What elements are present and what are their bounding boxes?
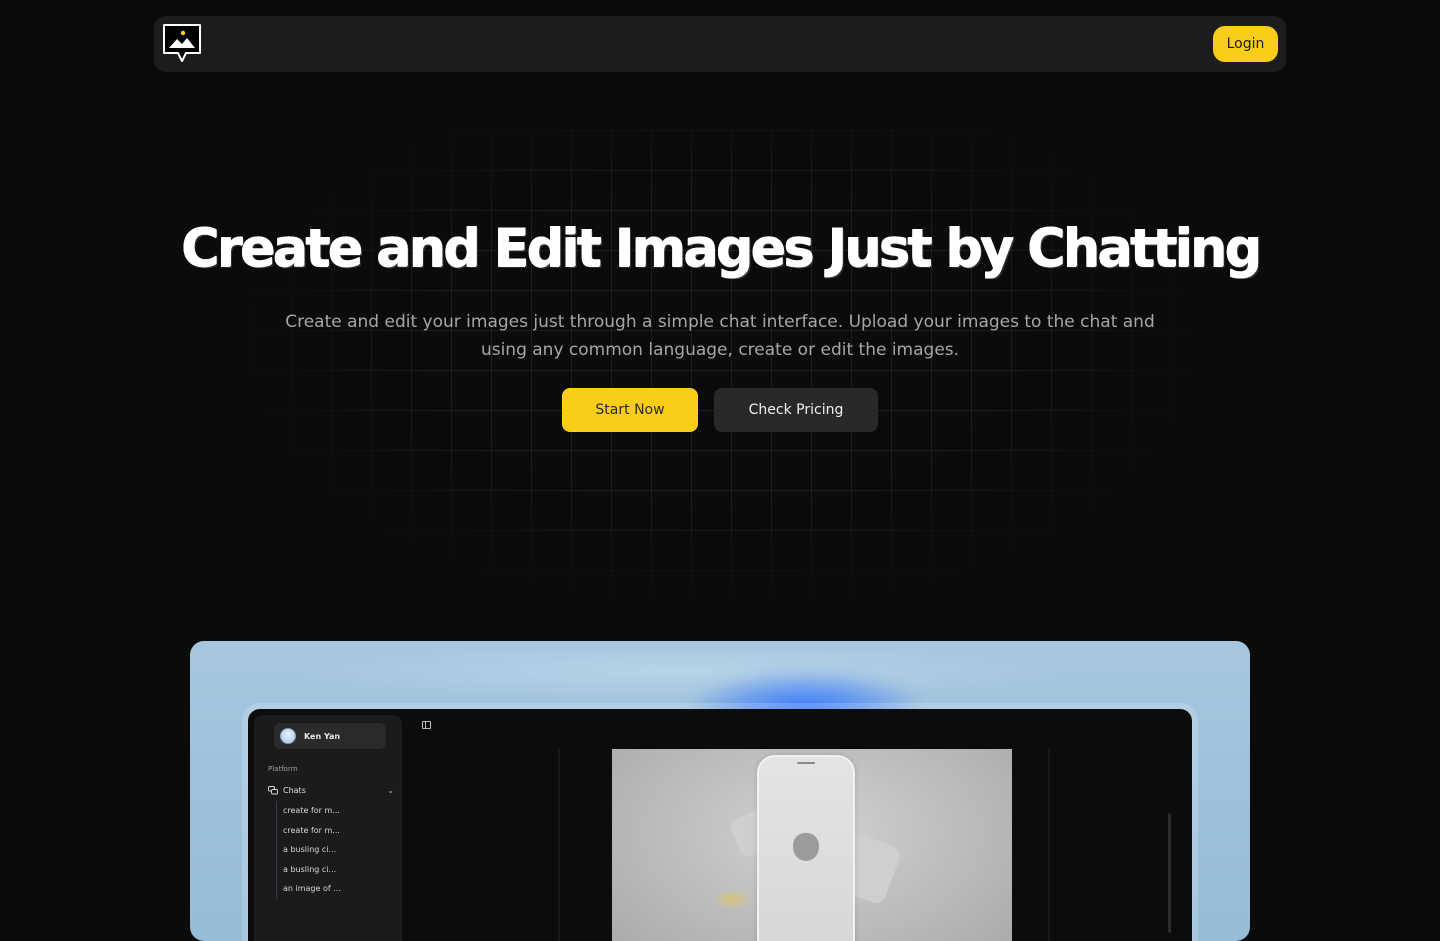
check-pricing-button[interactable]: Check Pricing: [714, 388, 878, 432]
hero-cta-row: Start Now Check Pricing: [562, 388, 878, 432]
platform-section-label: Platform: [268, 765, 298, 773]
apple-logo-icon: [793, 833, 819, 861]
chat-bubbles-icon: [268, 785, 278, 794]
hero-title: Create and Edit Images Just by Chatting: [180, 218, 1262, 279]
image-chat-logo-icon[interactable]: [162, 23, 202, 65]
chat-column-right: [1048, 749, 1050, 941]
chat-list-item[interactable]: create for m...: [277, 801, 386, 821]
app-preview-frame: Ken Yan Platform Chats ⌄ create for m...…: [190, 641, 1250, 941]
sidebar-item-chats[interactable]: Chats ⌄: [268, 783, 394, 797]
preview-highlight: [280, 641, 1080, 701]
user-name: Ken Yan: [304, 731, 341, 741]
chevron-down-icon[interactable]: ⌄: [387, 786, 394, 795]
chat-list-item[interactable]: create for m...: [277, 821, 386, 841]
chat-column-left: [558, 749, 560, 941]
phone-speaker: [797, 762, 815, 764]
top-navbar: Login: [154, 16, 1286, 72]
start-now-button[interactable]: Start Now: [562, 388, 698, 432]
user-chip[interactable]: Ken Yan: [274, 723, 386, 749]
login-button[interactable]: Login: [1213, 26, 1278, 62]
app-preview-window: Ken Yan Platform Chats ⌄ create for m...…: [248, 709, 1192, 941]
chat-list-item[interactable]: an image of ...: [277, 879, 386, 899]
hero-subtitle: Create and edit your images just through…: [285, 312, 1155, 360]
chats-label: Chats: [283, 785, 306, 795]
yellow-accent: [712, 889, 752, 909]
chat-list-item[interactable]: a busling ci...: [277, 840, 386, 860]
avatar-icon: [280, 728, 296, 744]
generated-image[interactable]: [612, 749, 1012, 941]
chat-list-item[interactable]: a busling ci...: [277, 860, 386, 880]
sidebar-toggle-icon[interactable]: [422, 721, 431, 729]
scrollbar[interactable]: [1168, 813, 1171, 933]
chat-list: create for m... create for m... a buslin…: [276, 801, 386, 899]
app-sidebar: Ken Yan Platform Chats ⌄ create for m...…: [254, 715, 402, 941]
phone-image: [757, 755, 855, 941]
